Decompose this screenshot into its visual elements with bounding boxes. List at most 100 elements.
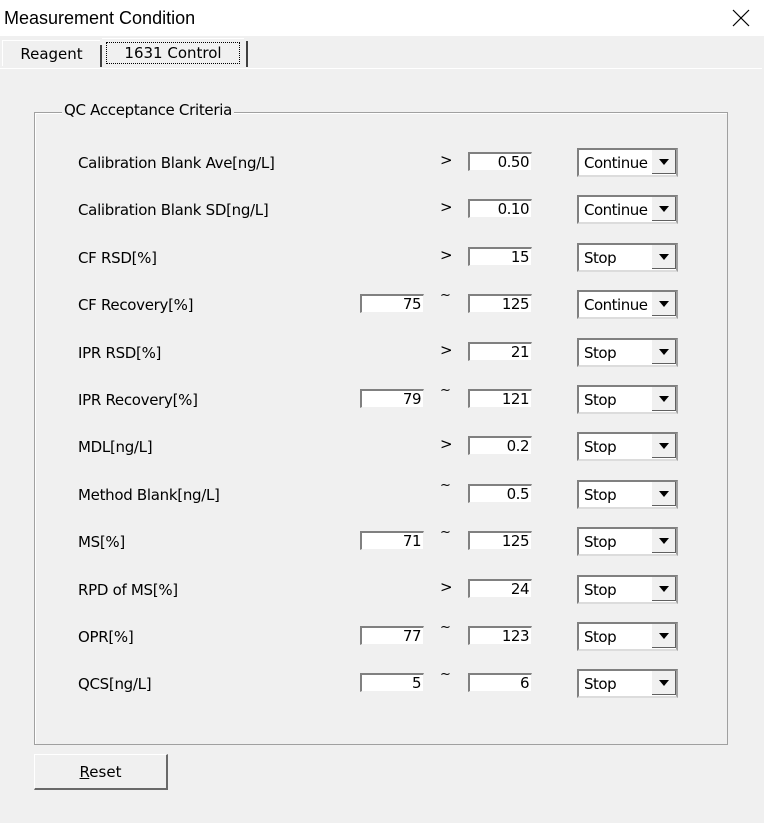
max-value-input[interactable]: 0.2	[468, 436, 532, 455]
range-operator: ~	[440, 667, 451, 682]
min-value-input[interactable]: 77	[360, 626, 424, 645]
dropdown-button[interactable]	[652, 197, 676, 221]
min-value-input[interactable]: 79	[360, 389, 424, 408]
max-value-input[interactable]: 125	[468, 294, 532, 313]
action-select[interactable]: Stop	[577, 243, 678, 272]
action-select[interactable]: Stop	[577, 527, 678, 556]
chevron-down-icon	[658, 537, 669, 544]
greater-than-operator: >	[440, 578, 453, 596]
max-value-input[interactable]: 0.5	[468, 484, 532, 503]
dropdown-button[interactable]	[652, 529, 676, 553]
greater-than-operator: >	[440, 198, 453, 216]
chevron-down-icon	[658, 205, 669, 212]
criteria-row: RPD of MS[%] >24 Stop	[0, 575, 764, 621]
criteria-row: IPR Recovery[%] 79 ~121 Stop	[0, 383, 764, 431]
criteria-row: QCS[ng/L] 5 ~6 Stop	[0, 667, 764, 715]
action-select[interactable]: Stop	[577, 669, 678, 698]
min-value-input[interactable]: 71	[360, 531, 424, 550]
max-value-input[interactable]: 125	[468, 531, 532, 550]
action-select[interactable]: Stop	[577, 338, 678, 367]
chevron-down-icon	[658, 679, 669, 686]
criteria-row: CF Recovery[%] 75 ~125 Continue	[0, 288, 764, 336]
criteria-row: IPR RSD[%] >21 Stop	[0, 338, 764, 384]
dropdown-button[interactable]	[652, 245, 676, 269]
chevron-down-icon	[658, 490, 669, 497]
criteria-label: Method Blank[ng/L]	[78, 486, 220, 504]
dropdown-button[interactable]	[652, 434, 676, 458]
max-value-input[interactable]: 121	[468, 389, 532, 408]
criteria-row: MDL[ng/L] >0.2 Stop	[0, 432, 764, 478]
max-value-input[interactable]: 6	[468, 673, 532, 692]
greater-than-operator: >	[440, 435, 453, 453]
max-value-input[interactable]: 0.10	[468, 199, 532, 218]
criteria-row: Calibration Blank Ave[ng/L] >0.50 Continue	[0, 148, 764, 194]
action-select[interactable]: Stop	[577, 480, 678, 509]
action-select[interactable]: Stop	[577, 385, 678, 414]
dropdown-button[interactable]	[652, 340, 676, 364]
dropdown-button[interactable]	[652, 292, 676, 316]
tab-label: 1631 Control	[106, 42, 240, 64]
action-select[interactable]: Continue	[577, 195, 678, 224]
action-select[interactable]: Continue	[577, 290, 678, 319]
range-operator: ~	[440, 525, 451, 540]
criteria-label: IPR RSD[%]	[78, 344, 162, 362]
range-operator: ~	[440, 620, 451, 635]
action-selected-value: Stop	[584, 675, 617, 693]
tab-reagent[interactable]: Reagent	[2, 40, 102, 67]
criteria-label: OPR[%]	[78, 628, 134, 646]
criteria-label: Calibration Blank SD[ng/L]	[78, 201, 269, 219]
min-value-input[interactable]: 5	[360, 673, 424, 692]
reset-mnemonic: R	[79, 763, 90, 781]
range-operator: ~	[440, 383, 451, 398]
criteria-label: MS[%]	[78, 533, 125, 551]
group-title: QC Acceptance Criteria	[62, 101, 234, 119]
action-selected-value: Stop	[584, 628, 617, 646]
criteria-label: CF Recovery[%]	[78, 296, 194, 314]
action-select[interactable]: Stop	[577, 432, 678, 461]
title-bar: Measurement Condition	[0, 0, 764, 36]
action-select[interactable]: Continue	[577, 148, 678, 177]
min-value-input[interactable]: 75	[360, 294, 424, 313]
range-operator: ~	[440, 288, 451, 303]
max-value-input[interactable]: 123	[468, 626, 532, 645]
criteria-label: Calibration Blank Ave[ng/L]	[78, 154, 275, 172]
chevron-down-icon	[658, 395, 669, 402]
close-button[interactable]	[718, 0, 764, 36]
chevron-down-icon	[658, 253, 669, 260]
max-value-input[interactable]: 0.50	[468, 152, 532, 171]
action-selected-value: Stop	[584, 249, 617, 267]
action-select[interactable]: Stop	[577, 622, 678, 651]
tab-strip: Reagent 1631 Control	[0, 38, 764, 68]
action-selected-value: Stop	[584, 344, 617, 362]
chevron-down-icon	[658, 442, 669, 449]
dropdown-button[interactable]	[652, 150, 676, 174]
window-title: Measurement Condition	[4, 8, 196, 28]
criteria-label: QCS[ng/L]	[78, 675, 152, 693]
reset-label: eset	[89, 763, 122, 781]
tab-1631-control[interactable]: 1631 Control	[102, 38, 248, 67]
criteria-label: IPR Recovery[%]	[78, 391, 198, 409]
action-selected-value: Stop	[584, 438, 617, 456]
dropdown-button[interactable]	[652, 387, 676, 411]
action-select[interactable]: Stop	[577, 575, 678, 604]
action-selected-value: Continue	[584, 296, 648, 314]
action-selected-value: Continue	[584, 201, 648, 219]
max-value-input[interactable]: 15	[468, 247, 532, 266]
action-selected-value: Stop	[584, 391, 617, 409]
criteria-label: CF RSD[%]	[78, 249, 157, 267]
dropdown-button[interactable]	[652, 671, 676, 695]
close-icon	[732, 9, 750, 27]
greater-than-operator: >	[440, 246, 453, 264]
max-value-input[interactable]: 24	[468, 579, 532, 598]
reset-button[interactable]: Reset	[34, 754, 168, 790]
criteria-row: CF RSD[%] >15 Stop	[0, 243, 764, 289]
dropdown-button[interactable]	[652, 482, 676, 506]
dropdown-button[interactable]	[652, 577, 676, 601]
greater-than-operator: >	[440, 151, 453, 169]
criteria-row: OPR[%] 77 ~123 Stop	[0, 620, 764, 668]
action-selected-value: Stop	[584, 486, 617, 504]
max-value-input[interactable]: 21	[468, 342, 532, 361]
dropdown-button[interactable]	[652, 624, 676, 648]
chevron-down-icon	[658, 158, 669, 165]
range-operator: ~	[440, 478, 451, 493]
